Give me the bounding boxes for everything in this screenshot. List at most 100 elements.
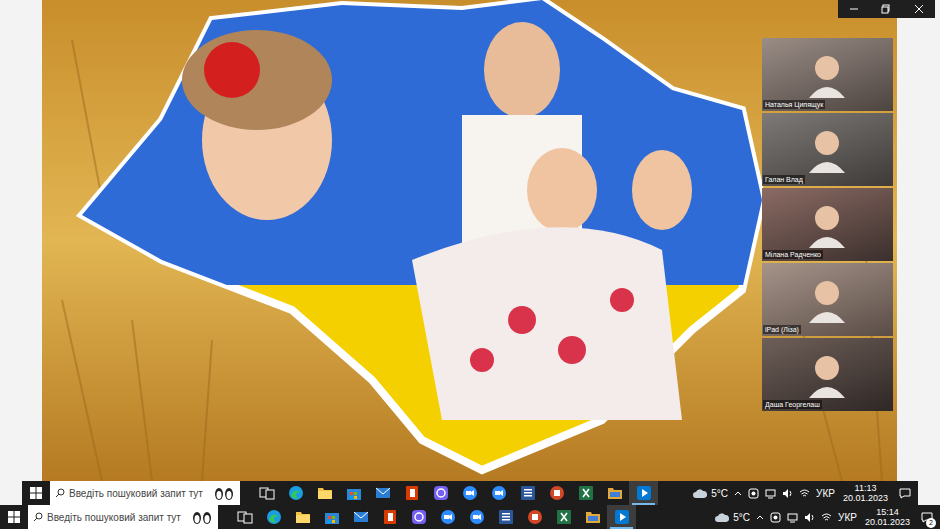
taskbar-app[interactable] bbox=[607, 505, 636, 529]
taskbar-app[interactable] bbox=[549, 505, 578, 529]
office-icon bbox=[404, 485, 420, 501]
penguins-icon bbox=[213, 486, 235, 500]
penguins-icon bbox=[191, 510, 213, 524]
participant-video-icon bbox=[807, 202, 847, 248]
cloud-icon bbox=[714, 512, 730, 523]
taskbar-app[interactable] bbox=[310, 481, 339, 505]
volume-icon bbox=[782, 488, 793, 499]
viber-icon bbox=[433, 485, 449, 501]
input-language: УКР bbox=[816, 486, 835, 501]
excel-icon bbox=[556, 509, 572, 525]
taskbar-app[interactable] bbox=[571, 481, 600, 505]
network-icon bbox=[821, 512, 832, 523]
chevron-up-icon bbox=[734, 490, 742, 496]
participant-name: Даша Георгелаш bbox=[763, 400, 822, 409]
app-tray-icon bbox=[770, 512, 781, 523]
taskbar-app[interactable] bbox=[317, 505, 346, 529]
word-icon bbox=[520, 485, 536, 501]
participant-tile[interactable]: Даша Георгелаш bbox=[762, 338, 893, 411]
participant-video-icon bbox=[807, 277, 847, 323]
zoom-icon bbox=[469, 509, 485, 525]
windows-icon bbox=[30, 487, 42, 499]
notification-icon bbox=[899, 488, 911, 499]
participant-video-icon bbox=[807, 352, 847, 398]
taskbar-app[interactable] bbox=[600, 481, 629, 505]
search-input[interactable] bbox=[69, 486, 209, 501]
taskbar-app[interactable] bbox=[491, 505, 520, 529]
clock[interactable]: 15:1420.01.2023 bbox=[863, 507, 912, 527]
edge-icon bbox=[288, 485, 304, 501]
participant-tile[interactable]: Мілана Радченко bbox=[762, 188, 893, 261]
store-icon bbox=[324, 509, 340, 525]
taskbar-app[interactable] bbox=[281, 481, 310, 505]
zoom-icon bbox=[491, 485, 507, 501]
clock-date: 20.01.2023 bbox=[865, 517, 910, 527]
word-icon bbox=[498, 509, 514, 525]
start-button[interactable] bbox=[0, 505, 28, 529]
search-input[interactable] bbox=[47, 510, 187, 525]
maximize-icon[interactable] bbox=[881, 4, 891, 14]
participant-name: Галан Влад bbox=[763, 175, 805, 184]
clock-time: 15:14 bbox=[876, 507, 899, 517]
excel-icon bbox=[578, 485, 594, 501]
notification-center[interactable]: 2 bbox=[918, 505, 936, 529]
cloud-icon bbox=[692, 488, 708, 499]
start-button[interactable] bbox=[22, 481, 50, 505]
clock-time: 11:13 bbox=[855, 483, 877, 493]
system-tray: 5°C УКР 15:1420.01.2023 2 bbox=[714, 505, 940, 529]
notification-center[interactable] bbox=[896, 481, 914, 505]
input-language: УКР bbox=[838, 510, 857, 525]
taskbar-app[interactable] bbox=[426, 481, 455, 505]
participant-video-icon bbox=[807, 127, 847, 173]
volume-icon bbox=[804, 512, 815, 523]
pinned-apps bbox=[252, 481, 658, 505]
taskbar-app[interactable] bbox=[484, 481, 513, 505]
folder-icon bbox=[585, 510, 601, 524]
participant-name: iPad (Ліза) bbox=[763, 325, 801, 334]
player-icon bbox=[614, 509, 630, 525]
weather[interactable]: 5°C bbox=[692, 486, 728, 501]
minimize-icon[interactable] bbox=[849, 4, 859, 14]
taskbar-app[interactable] bbox=[397, 481, 426, 505]
taskbar-app[interactable] bbox=[513, 481, 542, 505]
weather[interactable]: 5°C bbox=[714, 510, 750, 525]
taskbar: 5°C УКР 15:1420.01.2023 2 bbox=[0, 505, 940, 529]
taskbar-app[interactable] bbox=[462, 505, 491, 529]
network-icon bbox=[799, 488, 810, 499]
zoom-icon bbox=[462, 485, 478, 501]
mail-icon bbox=[353, 510, 369, 524]
taskbar-app[interactable] bbox=[230, 505, 259, 529]
windows-icon bbox=[8, 511, 20, 523]
window-controls bbox=[838, 0, 935, 18]
taskbar-app[interactable] bbox=[368, 481, 397, 505]
taskbar-app[interactable] bbox=[578, 505, 607, 529]
participant-name: Наталья Ципящук bbox=[763, 100, 825, 109]
clock-date: 20.01.2023 bbox=[843, 493, 888, 503]
participant-tile[interactable]: Галан Влад bbox=[762, 113, 893, 186]
taskbar-app[interactable] bbox=[629, 481, 658, 505]
taskbar-app[interactable] bbox=[455, 481, 484, 505]
powerpoint-icon bbox=[549, 485, 565, 501]
taskbar-app[interactable] bbox=[252, 481, 281, 505]
taskbar-app[interactable] bbox=[433, 505, 462, 529]
display-icon bbox=[765, 488, 776, 499]
taskbar-app[interactable] bbox=[339, 481, 368, 505]
search-box[interactable] bbox=[28, 505, 218, 529]
taskbar-app[interactable] bbox=[542, 481, 571, 505]
display-icon bbox=[787, 512, 798, 523]
store-icon bbox=[346, 485, 362, 501]
taskbar-app[interactable] bbox=[259, 505, 288, 529]
search-box[interactable] bbox=[50, 481, 240, 505]
taskbar: 5°C УКР 11:1320.01.2023 bbox=[22, 481, 918, 505]
close-icon[interactable] bbox=[914, 4, 924, 14]
search-icon bbox=[55, 488, 65, 498]
taskbar-app[interactable] bbox=[404, 505, 433, 529]
taskbar-app[interactable] bbox=[346, 505, 375, 529]
taskbar-app[interactable] bbox=[520, 505, 549, 529]
taskbar-app[interactable] bbox=[375, 505, 404, 529]
taskbar-app[interactable] bbox=[288, 505, 317, 529]
explorer-icon bbox=[295, 510, 311, 524]
clock[interactable]: 11:1320.01.2023 bbox=[841, 483, 890, 503]
participant-tile[interactable]: Наталья Ципящук bbox=[762, 38, 893, 111]
participant-tile[interactable]: iPad (Ліза) bbox=[762, 263, 893, 336]
